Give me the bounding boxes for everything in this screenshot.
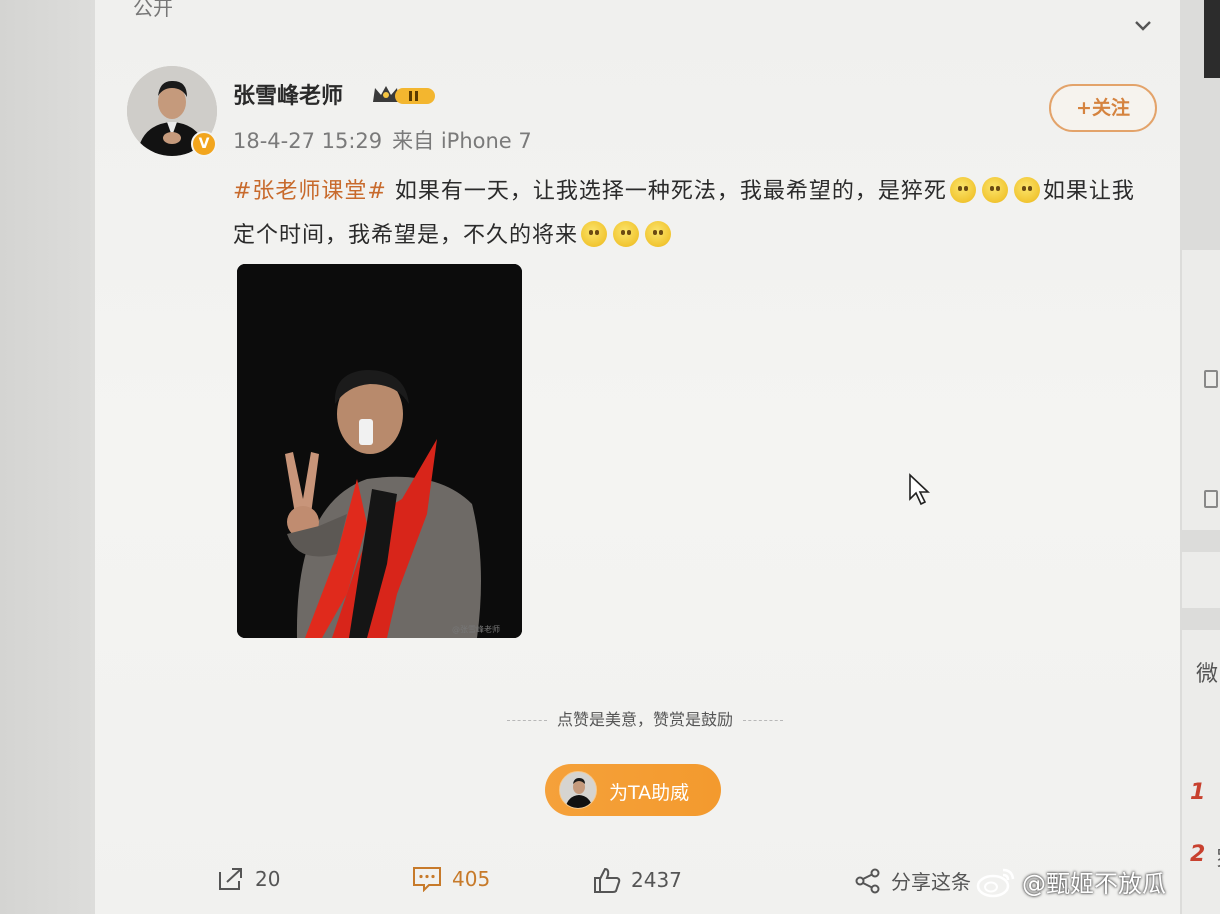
emoji-icon <box>581 221 608 247</box>
screen: 公开 V 张雪峰老师 18-4-27 15:29 来自 iPhone 7 +关注… <box>0 0 1220 914</box>
visibility-label: 公开 <box>133 0 173 20</box>
cheer-avatar <box>559 771 597 809</box>
document-icon[interactable] <box>1204 490 1218 508</box>
weibo-logo-icon <box>976 868 1015 897</box>
sidebar-card <box>1182 250 1220 530</box>
emoji-icon <box>1013 177 1040 203</box>
weibo-watermark: @甄姬不放瓜 <box>976 864 1166 899</box>
sidebar-tab <box>1204 0 1220 78</box>
topic-link[interactable]: #张老师课堂# <box>233 179 387 204</box>
emoji-icon <box>949 177 976 203</box>
emoji-icon <box>613 221 640 247</box>
post-card: 公开 V 张雪峰老师 18-4-27 15:29 来自 iPhone 7 +关注… <box>95 0 1180 914</box>
verified-badge: V <box>191 131 217 157</box>
reward-tagline-text: 点赞是美意，赞赏是鼓励 <box>556 710 733 729</box>
post-body: #张老师课堂# 如果有一天，让我选择一种死法，我最希望的，是猝死 如果让我定个时间… <box>233 170 1153 258</box>
sidebar-title: 微 <box>1196 662 1219 687</box>
divider <box>743 720 783 721</box>
left-margin <box>0 0 95 914</box>
emoji-icon <box>981 177 1008 203</box>
sidebar-card <box>1182 552 1220 608</box>
share-count: 20 <box>255 867 281 891</box>
watermark-text: @甄姬不放瓜 <box>1022 870 1166 898</box>
post-text-part1: 如果有一天，让我选择一种死法，我最希望的，是猝死 <box>386 179 947 204</box>
author-name[interactable]: 张雪峰老师 <box>233 78 343 110</box>
comment-action[interactable]: 405 <box>412 866 490 892</box>
comment-count: 405 <box>452 867 491 891</box>
chevron-down-icon[interactable] <box>1131 14 1155 38</box>
cheer-button[interactable]: 为TA助威 <box>545 764 721 816</box>
comment-icon <box>413 867 441 892</box>
vip-crown-icon <box>373 86 435 104</box>
rank-number: 1 <box>1190 780 1206 805</box>
mouse-cursor-icon <box>909 473 931 506</box>
reward-tagline: 点赞是美意，赞赏是鼓励 <box>495 706 795 730</box>
photo-watermark: @张雪峰老师 <box>452 624 500 634</box>
timestamp[interactable]: 18-4-27 15:29 <box>233 129 382 153</box>
post-photo[interactable]: @张雪峰老师 <box>237 264 522 638</box>
like-count: 2437 <box>631 868 682 892</box>
share-this-action[interactable]: 分享这条 <box>855 866 971 895</box>
share-icon <box>219 868 242 890</box>
share-nodes-icon <box>855 868 880 893</box>
document-icon[interactable] <box>1204 370 1218 388</box>
share-action[interactable]: 20 <box>217 866 280 892</box>
post-meta: 18-4-27 15:29 来自 iPhone 7 <box>233 125 532 155</box>
rank-item-text[interactable]: 罗 <box>1216 842 1220 871</box>
right-sidebar: 微 1 2 罗 <box>1180 0 1220 914</box>
like-action[interactable]: 2437 <box>593 866 682 894</box>
divider <box>506 720 547 721</box>
follow-button[interactable]: +关注 <box>1049 84 1157 132</box>
thumbs-up-icon <box>594 867 621 893</box>
share-this-label: 分享这条 <box>891 870 971 894</box>
cheer-label: 为TA助威 <box>609 782 690 804</box>
rank-number: 2 <box>1190 842 1206 867</box>
emoji-icon <box>645 221 672 247</box>
post-source: 来自 iPhone 7 <box>392 129 532 153</box>
sidebar-hot-list: 微 1 2 罗 <box>1182 630 1220 914</box>
